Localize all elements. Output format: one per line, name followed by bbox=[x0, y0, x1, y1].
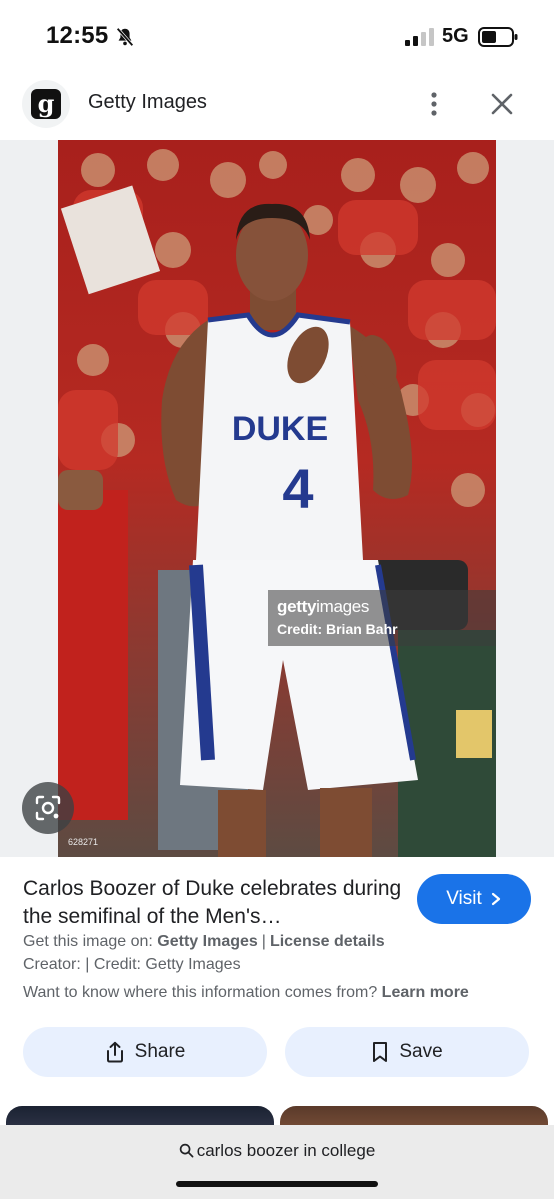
separator: | bbox=[261, 933, 266, 950]
visit-button[interactable]: Visit bbox=[417, 874, 531, 924]
info-question: Want to know where this information come… bbox=[23, 984, 378, 1001]
creator-line: Creator: | Credit: Getty Images bbox=[23, 956, 241, 973]
lens-search-button[interactable] bbox=[22, 782, 74, 834]
bookmark-icon bbox=[373, 1042, 388, 1062]
save-button[interactable]: Save bbox=[285, 1027, 529, 1077]
search-icon bbox=[179, 1143, 194, 1158]
share-button[interactable]: Share bbox=[23, 1027, 267, 1077]
site-name[interactable]: Getty Images bbox=[88, 91, 207, 114]
status-bar: 12:55 5G bbox=[0, 0, 554, 72]
close-icon[interactable] bbox=[486, 88, 518, 120]
main-photo[interactable]: DUKE 4 gettyimages Credit: Brian Bahr 62… bbox=[58, 140, 496, 857]
license-details-link[interactable]: License details bbox=[270, 933, 385, 950]
search-query: carlos boozer in college bbox=[196, 1141, 376, 1160]
source-prefix: Get this image on: bbox=[23, 933, 153, 950]
site-header: g Getty Images bbox=[0, 72, 554, 140]
image-id: 628271 bbox=[68, 837, 99, 847]
network-type: 5G bbox=[442, 25, 469, 47]
watermark-credit: Credit: Brian Bahr bbox=[277, 621, 398, 637]
lens-search-icon bbox=[35, 795, 61, 821]
watermark-brand: getty bbox=[277, 597, 317, 616]
search-query-chip[interactable]: carlos boozer in college bbox=[0, 1141, 554, 1161]
jersey-number: 4 bbox=[282, 457, 313, 520]
info-question-line: Want to know where this information come… bbox=[23, 984, 469, 1002]
signal-icon bbox=[405, 28, 434, 46]
battery-icon bbox=[478, 27, 518, 47]
bell-off-icon bbox=[116, 27, 134, 47]
image-title[interactable]: Carlos Boozer of Duke celebrates during … bbox=[23, 875, 403, 931]
status-time: 12:55 bbox=[46, 22, 109, 49]
share-label: Share bbox=[134, 1041, 186, 1062]
learn-more-link[interactable]: Learn more bbox=[382, 984, 469, 1001]
save-label: Save bbox=[399, 1041, 443, 1062]
image-viewer: DUKE 4 gettyimages Credit: Brian Bahr 62… bbox=[0, 140, 554, 857]
watermark-brand-suffix: images bbox=[316, 597, 370, 616]
getty-watermark: gettyimages Credit: Brian Bahr bbox=[268, 590, 496, 646]
home-indicator[interactable] bbox=[176, 1181, 378, 1187]
bottom-search-bar: carlos boozer in college bbox=[0, 1125, 554, 1199]
source-line: Get this image on: Getty Images | License … bbox=[23, 933, 385, 951]
visit-label: Visit bbox=[446, 888, 482, 909]
more-vert-icon[interactable] bbox=[420, 90, 448, 118]
image-details: Carlos Boozer of Duke celebrates during … bbox=[0, 857, 554, 1107]
photo-illustration: DUKE 4 bbox=[58, 140, 496, 857]
chevron-right-icon bbox=[491, 892, 500, 906]
share-icon bbox=[106, 1041, 123, 1063]
getty-logo-icon: g bbox=[31, 89, 61, 119]
site-logo[interactable]: g bbox=[22, 80, 70, 128]
jersey-text: DUKE bbox=[232, 410, 328, 448]
source-link[interactable]: Getty Images bbox=[157, 933, 257, 950]
